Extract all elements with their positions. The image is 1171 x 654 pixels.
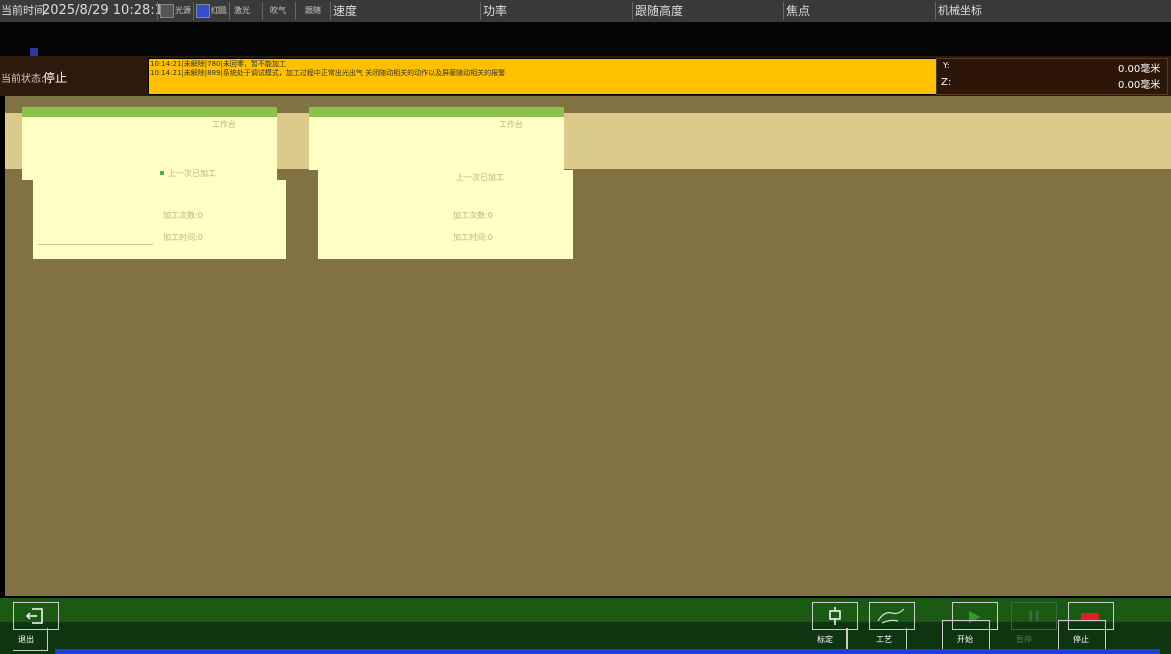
pause-label: 暂停	[1016, 635, 1032, 644]
workstation-card-1[interactable]: 工作台	[22, 107, 277, 180]
card-accent-bar	[22, 107, 277, 117]
time-value: 2025/8/29 10:28:10	[42, 3, 172, 18]
value-strip	[0, 22, 1171, 56]
card-accent-bar	[309, 107, 564, 117]
workstation-card-2[interactable]: 工作台	[309, 107, 564, 170]
z-label: Z:	[941, 77, 952, 88]
process-button[interactable]	[869, 602, 915, 630]
calibrate-icon	[829, 607, 841, 625]
status-label: 当前状态:	[1, 74, 45, 85]
pause-button[interactable]	[1011, 602, 1057, 630]
card-line: 上一次已加工	[168, 169, 216, 178]
card-line: 上一次已加工	[456, 173, 504, 182]
light-source-label: 光源	[175, 6, 191, 15]
card-line: 加工时间:0	[163, 233, 203, 242]
pause-icon	[1029, 611, 1039, 621]
exit-icon	[25, 608, 43, 624]
laser-indicator-icon	[218, 6, 226, 14]
stop-label: 停止	[1073, 635, 1089, 644]
workstation-card-2-body: 上一次已加工 加工次数:0 加工时间:0	[318, 170, 573, 259]
follow-height-header: 跟随高度	[635, 4, 684, 18]
calibrate-label: 标定	[817, 635, 833, 644]
start-label: 开始	[957, 635, 973, 644]
status-value: 停止	[43, 71, 68, 85]
coordinate-panel: Y: 0.00毫米 Z: 0.00毫米	[936, 58, 1168, 95]
card-title: 工作台	[212, 120, 236, 129]
machine-coords-header: 机械坐标	[938, 4, 982, 17]
alarm-log[interactable]: 10:14:21|未解除|780|未回零，暂不能加工 10:14:21|未解除|…	[148, 58, 937, 95]
card-line: 加工时间:0	[453, 233, 493, 242]
blow-air-label: 吹气	[270, 6, 286, 15]
top-bar: 当前时间: 2025/8/29 10:28:10 光源 红光 激光 吹气 跟随 …	[0, 0, 1171, 23]
exit-label: 退出	[18, 635, 34, 644]
follow-label: 跟随	[305, 6, 321, 15]
focus-header: 焦点	[786, 4, 811, 18]
y-value: 0.00毫米	[1118, 64, 1161, 75]
divider	[38, 244, 153, 245]
calibrate-button[interactable]	[812, 602, 858, 630]
light-source-icon[interactable]	[160, 4, 174, 18]
red-light-icon[interactable]	[196, 4, 210, 18]
power-header: 功率	[483, 4, 508, 18]
process-label: 工艺	[876, 635, 892, 644]
card-line: 加工次数:0	[453, 211, 493, 220]
progress-strip	[55, 649, 1160, 654]
z-value: 0.00毫米	[1118, 80, 1161, 91]
log-line: 10:14:21|未解除|780|未回零，暂不能加工	[150, 60, 286, 68]
workstation-card-1-body: 上一次已加工 加工次数:0 加工时间:0	[33, 169, 286, 259]
laser-label: 激光	[234, 6, 250, 15]
status-indicator-icon	[30, 48, 38, 56]
exit-button[interactable]	[13, 602, 59, 630]
y-label: Y:	[943, 61, 950, 70]
speed-header: 速度	[333, 4, 358, 18]
card-title: 工作台	[499, 120, 523, 129]
card-line: 加工次数:0	[163, 211, 203, 220]
status-dot-icon	[160, 171, 164, 175]
process-hand-icon	[877, 608, 905, 624]
log-line: 10:14:21|未解除|889|系统处于调试模式，加工过程中正常出光出气 关闭…	[150, 69, 506, 77]
